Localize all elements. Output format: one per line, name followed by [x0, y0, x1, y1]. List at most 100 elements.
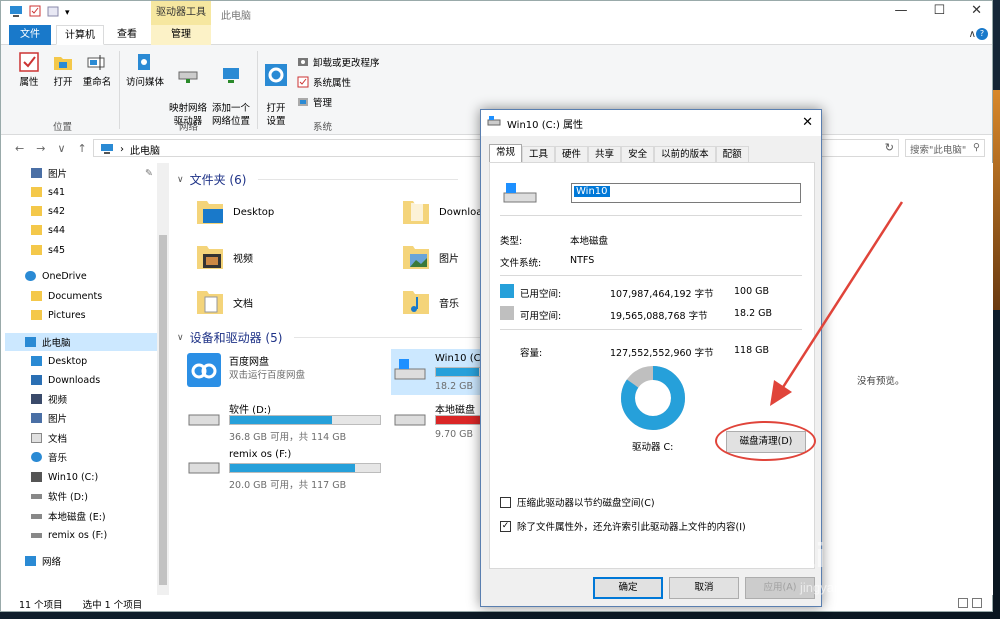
- nav-item-pictures-lib[interactable]: 图片: [31, 409, 67, 427]
- nav-item-onedrive[interactable]: OneDrive: [25, 267, 87, 285]
- tab-computer[interactable]: 计算机: [56, 25, 104, 45]
- up-arrow-icon[interactable]: ↑: [78, 142, 87, 155]
- compress-checkbox[interactable]: 压缩此驱动器以节约磁盘空间(C): [500, 495, 655, 509]
- nav-item-documents-lib[interactable]: 文档: [31, 429, 67, 447]
- close-icon[interactable]: ✕: [971, 3, 982, 18]
- nav-item-pictures-pinned[interactable]: 图片 ✎: [31, 164, 153, 182]
- nav-item-s41[interactable]: s41: [31, 183, 65, 201]
- nav-item-downloads[interactable]: Downloads: [31, 371, 100, 389]
- drive-d[interactable]: 软件 (D:) 36.8 GB 可用，共 114 GB: [187, 401, 387, 443]
- nav-item-music[interactable]: 音乐: [31, 448, 67, 466]
- drive-e[interactable]: 本地磁盘 9.70 GB: [393, 401, 487, 441]
- rename-label: 重命名: [82, 77, 112, 88]
- nav-item-documents[interactable]: Documents: [31, 287, 102, 305]
- tab-file[interactable]: 文件: [9, 25, 51, 45]
- nav-item-drive-d[interactable]: 软件 (D:): [31, 487, 88, 505]
- tab-tools[interactable]: 工具: [522, 146, 556, 163]
- drive-icon: [393, 407, 427, 431]
- folder-videos[interactable]: 视频: [195, 242, 253, 272]
- drive-c[interactable]: Win10 (C: 18.2 GB: [393, 353, 487, 393]
- group-system-label: 系统: [313, 122, 333, 133]
- open-settings-label: 打开 设置: [266, 103, 286, 127]
- nav-item-s45[interactable]: s45: [31, 241, 65, 259]
- drives-section-header[interactable]: ∨ 设备和驱动器 (5): [177, 329, 495, 346]
- uninstall-button[interactable]: 卸载或更改程序: [297, 55, 380, 69]
- tab-sharing[interactable]: 共享: [588, 146, 622, 163]
- customize-quick-access-icon[interactable]: ▾: [65, 8, 70, 18]
- nav-item-pictures[interactable]: Pictures: [31, 306, 86, 324]
- nav-item-network[interactable]: 网络: [25, 552, 61, 570]
- open-settings-button[interactable]: 打开 设置: [263, 51, 289, 141]
- scrollbar-thumb[interactable]: [159, 235, 167, 585]
- maximize-icon[interactable]: ☐: [933, 3, 945, 18]
- used-gb: 100 GB: [734, 286, 770, 297]
- type-value: 本地磁盘: [570, 236, 609, 247]
- tab-security[interactable]: 安全: [621, 146, 655, 163]
- drive-name: remix os (F:): [229, 449, 292, 460]
- drive-f[interactable]: remix os (F:) 20.0 GB 可用，共 117 GB: [187, 449, 387, 491]
- gear-icon: [265, 64, 287, 86]
- drive-baidu-netdisk[interactable]: 百度网盘 双击运行百度网盘: [187, 353, 387, 393]
- drive-title-icon: [487, 116, 501, 130]
- ribbon-collapse-icon[interactable]: ∧: [969, 29, 976, 40]
- annotation-circle: [715, 421, 816, 461]
- system-properties-button[interactable]: 系统属性: [297, 75, 351, 89]
- nav-item-drive-f[interactable]: remix os (F:): [31, 526, 107, 544]
- dialog-close-icon[interactable]: ✕: [802, 115, 813, 130]
- folder-desktop[interactable]: Desktop: [195, 197, 274, 227]
- nav-item-this-pc[interactable]: 此电脑: [25, 333, 71, 351]
- fs-label: 文件系统:: [500, 258, 542, 269]
- add-network-location-button[interactable]: 添加一个 网络位置: [209, 51, 253, 141]
- open-button[interactable]: 打开: [49, 51, 77, 89]
- tab-general[interactable]: 常规: [489, 144, 523, 163]
- ok-button[interactable]: 确定: [593, 577, 663, 599]
- new-folder-quick-icon[interactable]: [47, 5, 59, 20]
- tab-previous-versions[interactable]: 以前的版本: [654, 146, 716, 163]
- cancel-button[interactable]: 取消: [669, 577, 739, 599]
- group-location-label: 位置: [53, 122, 73, 133]
- chevron-down-icon: ∨: [177, 174, 184, 185]
- folder-music[interactable]: 音乐: [401, 287, 459, 317]
- used-space-swatch: [500, 284, 514, 298]
- nav-item-s42[interactable]: s42: [31, 202, 65, 220]
- nav-item-s44[interactable]: s44: [31, 221, 65, 239]
- forward-arrow-icon[interactable]: →: [36, 142, 45, 155]
- drive-info: 18.2 GB: [435, 381, 474, 392]
- watermark-url: jingyan.baidu.com: [800, 580, 905, 595]
- minimize-icon[interactable]: —: [894, 3, 907, 18]
- properties-button[interactable]: 属性: [15, 51, 43, 89]
- search-input[interactable]: 搜索"此电脑" ⚲: [905, 139, 985, 157]
- disk-usage-donut: [621, 366, 685, 430]
- folder-pictures[interactable]: 图片: [401, 242, 459, 272]
- manage-button[interactable]: 管理: [297, 95, 332, 109]
- drive-info: 36.8 GB 可用，共 114 GB: [229, 432, 347, 443]
- large-icons-view-icon[interactable]: [972, 598, 982, 608]
- separator: [500, 275, 802, 276]
- tab-manage[interactable]: 管理: [151, 25, 211, 45]
- properties-quick-icon[interactable]: [29, 5, 41, 20]
- breadcrumb[interactable]: 此电脑: [130, 142, 160, 157]
- nav-item-drive-e[interactable]: 本地磁盘 (E:): [31, 507, 106, 525]
- tab-view[interactable]: 查看: [109, 25, 145, 45]
- videos-folder-icon: [195, 242, 225, 272]
- tab-hardware[interactable]: 硬件: [555, 146, 589, 163]
- nav-item-drive-c[interactable]: Win10 (C:): [31, 468, 98, 486]
- drive-name: Win10 (C:: [435, 353, 484, 364]
- nav-item-desktop[interactable]: Desktop: [31, 352, 87, 370]
- tab-quota[interactable]: 配额: [715, 146, 749, 163]
- recent-dropdown-icon[interactable]: ∨: [57, 142, 65, 155]
- folder-documents[interactable]: 文档: [195, 287, 253, 317]
- folders-section-header[interactable]: ∨ 文件夹 (6): [177, 171, 459, 188]
- drive-info: 20.0 GB 可用，共 117 GB: [229, 480, 347, 491]
- folder-downloads[interactable]: Download: [401, 197, 489, 227]
- access-media-button[interactable]: 访问媒体: [123, 51, 167, 89]
- drive-name-input[interactable]: Win10: [571, 183, 801, 203]
- refresh-icon[interactable]: ↻: [885, 141, 894, 154]
- index-checkbox[interactable]: ✓ 除了文件属性外，还允许索引此驱动器上文件的内容(I): [500, 519, 746, 533]
- nav-item-videos[interactable]: 视频: [31, 390, 67, 408]
- back-arrow-icon[interactable]: ←: [15, 142, 24, 155]
- nav-scrollbar[interactable]: [157, 163, 169, 595]
- used-bytes: 107,987,464,192 字节: [610, 289, 714, 300]
- rename-button[interactable]: 重命名: [79, 51, 115, 89]
- help-icon[interactable]: ?: [976, 28, 988, 40]
